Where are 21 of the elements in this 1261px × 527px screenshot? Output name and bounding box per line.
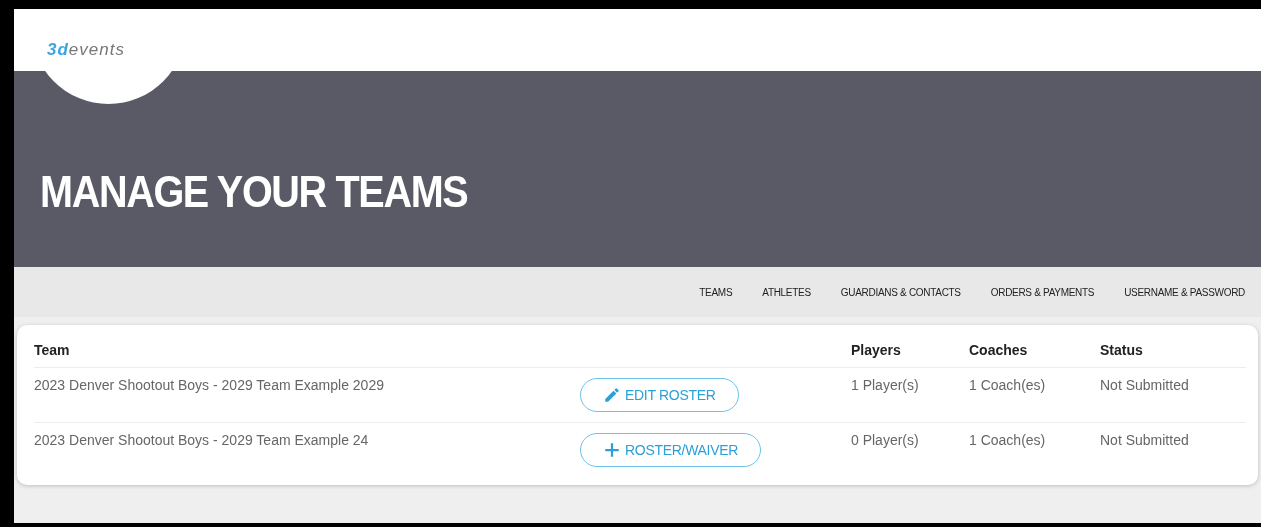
page-title: MANAGE YOUR TEAMS xyxy=(40,167,468,217)
column-header: Players xyxy=(851,342,902,358)
nav-link[interactable]: ORDERS & PAYMENTS xyxy=(990,286,1095,298)
table-cell-text: 0 Player(s) xyxy=(851,431,920,448)
plus-icon xyxy=(603,441,621,459)
table-cell-text: 1 Coach(es) xyxy=(969,431,1047,448)
nav-link[interactable]: ATHLETES xyxy=(762,286,811,298)
nav-link[interactable]: TEAMS xyxy=(699,286,733,298)
table-cell-text: Not Submitted xyxy=(1100,431,1190,448)
table-cell-text: 2023 Denver Shootout Boys - 2029 Team Example 2029 xyxy=(34,376,385,393)
table-cell-text: 2023 Denver Shootout Boys - 2029 Team Example 24 xyxy=(34,431,370,448)
table-cell-text: 1 Player(s) xyxy=(851,376,920,393)
table-cell-text: Not Submitted xyxy=(1100,376,1190,393)
table-cell-text: 1 Coach(es) xyxy=(969,376,1047,393)
column-header: Team xyxy=(34,342,71,358)
logo[interactable]: 3devents xyxy=(47,40,125,60)
column-header: Status xyxy=(1100,342,1144,358)
nav-link[interactable]: GUARDIANS & CONTACTS xyxy=(840,286,961,298)
column-header: Coaches xyxy=(969,342,1029,358)
pencil-icon xyxy=(603,386,621,404)
nav-link[interactable]: USERNAME & PASSWORD xyxy=(1124,286,1245,298)
